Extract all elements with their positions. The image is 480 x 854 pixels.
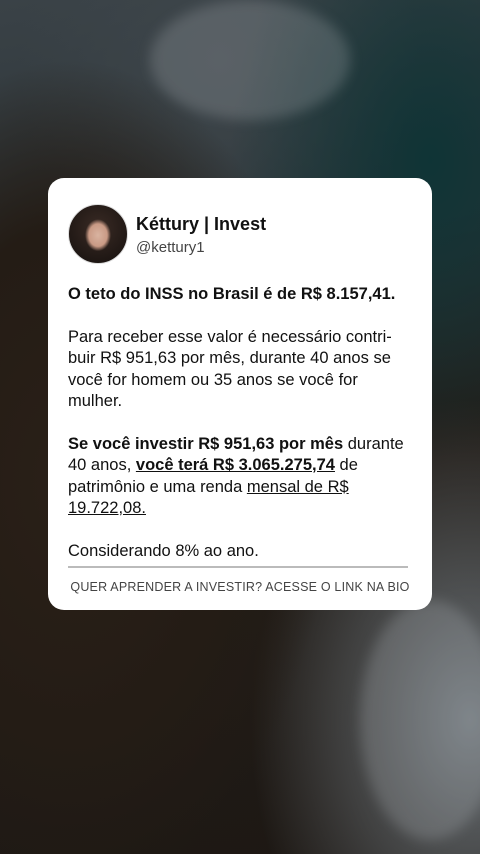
post-line-3: Se você investir R$ 951,63 por mês duran… xyxy=(68,434,412,520)
profile-names: Kéttury | Invest @kettury1 xyxy=(136,213,266,256)
post-body: O teto do INSS no Brasil é de R$ 8.157,4… xyxy=(68,284,412,562)
avatar[interactable] xyxy=(68,204,128,264)
post-header: Kéttury | Invest @kettury1 xyxy=(68,204,412,264)
divider xyxy=(68,566,408,568)
post-line-3-total: você terá R$ 3.065.275,74 xyxy=(135,456,335,474)
profile-name[interactable]: Kéttury | Invest xyxy=(136,213,266,235)
post-line-2: Para receber esse valor é necessário con… xyxy=(68,327,392,411)
post-line-1: O teto do INSS no Brasil é de R$ 8.157,4… xyxy=(68,285,396,303)
profile-handle[interactable]: @kettury1 xyxy=(136,239,266,256)
post-line-4: Considerando 8% ao ano. xyxy=(68,541,259,560)
wave-foam xyxy=(150,0,350,120)
post-card: Kéttury | Invest @kettury1 O teto do INS… xyxy=(48,178,432,610)
post-line-3-bold: Se você investir R$ 951,63 por mês xyxy=(68,434,344,453)
cta-text: QUER APRENDER A INVESTIR? ACESSE O LINK … xyxy=(70,580,410,594)
